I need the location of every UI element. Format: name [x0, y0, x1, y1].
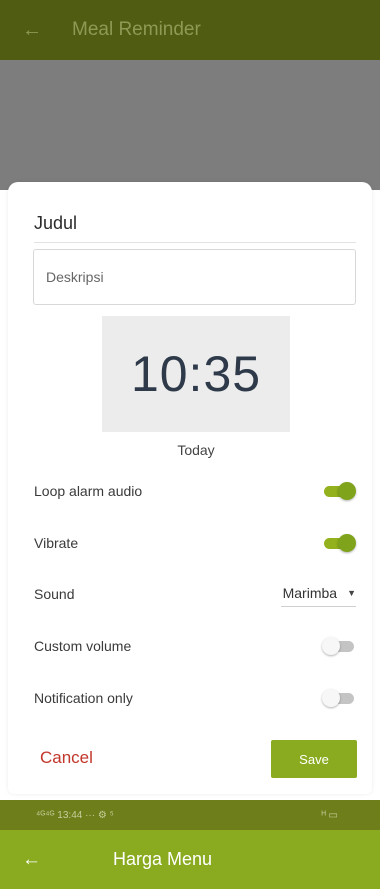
save-button[interactable]: Save — [271, 740, 357, 778]
arrow-left-icon[interactable]: ← — [22, 849, 41, 871]
setting-row-notification-only: Notification only — [34, 683, 356, 713]
bottom-app-bar-title: Harga Menu — [113, 849, 213, 869]
sound-dropdown[interactable]: Marimba ▼ — [280, 582, 356, 607]
status-bar: ⁴ᴳ⁴ᴳ 13:44 ··· ⚙ ⁵ ᴴ ▭ — [0, 800, 380, 830]
custom-volume-label: Custom volume — [34, 638, 132, 654]
setting-row-vibrate: Vibrate — [34, 528, 356, 558]
reminder-editor-sheet: Judul Deskripsi 10:35 Today Loop alarm a… — [8, 182, 372, 794]
toggle-thumb — [322, 637, 340, 655]
loop-alarm-toggle[interactable] — [320, 481, 356, 501]
bottom-app-bar: ← Harga Menu — [0, 830, 380, 889]
setting-row-loop-alarm: Loop alarm audio — [34, 476, 356, 506]
toggle-thumb — [338, 534, 356, 552]
notification-only-label: Notification only — [34, 690, 133, 706]
setting-row-custom-volume: Custom volume — [34, 631, 356, 661]
setting-row-sound: Sound Marimba ▼ — [34, 579, 356, 609]
cancel-button[interactable]: Cancel — [40, 748, 93, 768]
loop-alarm-label: Loop alarm audio — [34, 483, 143, 499]
notification-only-toggle[interactable] — [320, 688, 356, 708]
time-picker-display[interactable]: 10:35 — [102, 316, 290, 432]
sound-value: Marimba — [282, 584, 338, 601]
vibrate-toggle[interactable] — [320, 533, 356, 553]
custom-volume-toggle[interactable] — [320, 636, 356, 656]
arrow-left-icon[interactable]: ← — [22, 19, 42, 42]
top-app-bar: ← Meal Reminder — [0, 0, 380, 60]
description-field[interactable]: Deskripsi — [33, 249, 356, 305]
status-bar-battery: ᴴ ▭ — [321, 809, 338, 821]
sound-label: Sound — [34, 586, 75, 602]
toggle-thumb — [322, 689, 340, 707]
vibrate-label: Vibrate — [34, 535, 79, 551]
dropdown-caret-icon: ▼ — [347, 587, 356, 598]
title-field[interactable]: Judul — [34, 204, 356, 243]
toggle-thumb — [338, 482, 356, 500]
status-bar-left: ⁴ᴳ⁴ᴳ 13:44 ··· ⚙ ⁵ — [36, 809, 114, 821]
app-bar-title: Meal Reminder — [72, 19, 201, 40]
scrim-overlay[interactable] — [0, 60, 380, 190]
date-label: Today — [177, 442, 215, 458]
